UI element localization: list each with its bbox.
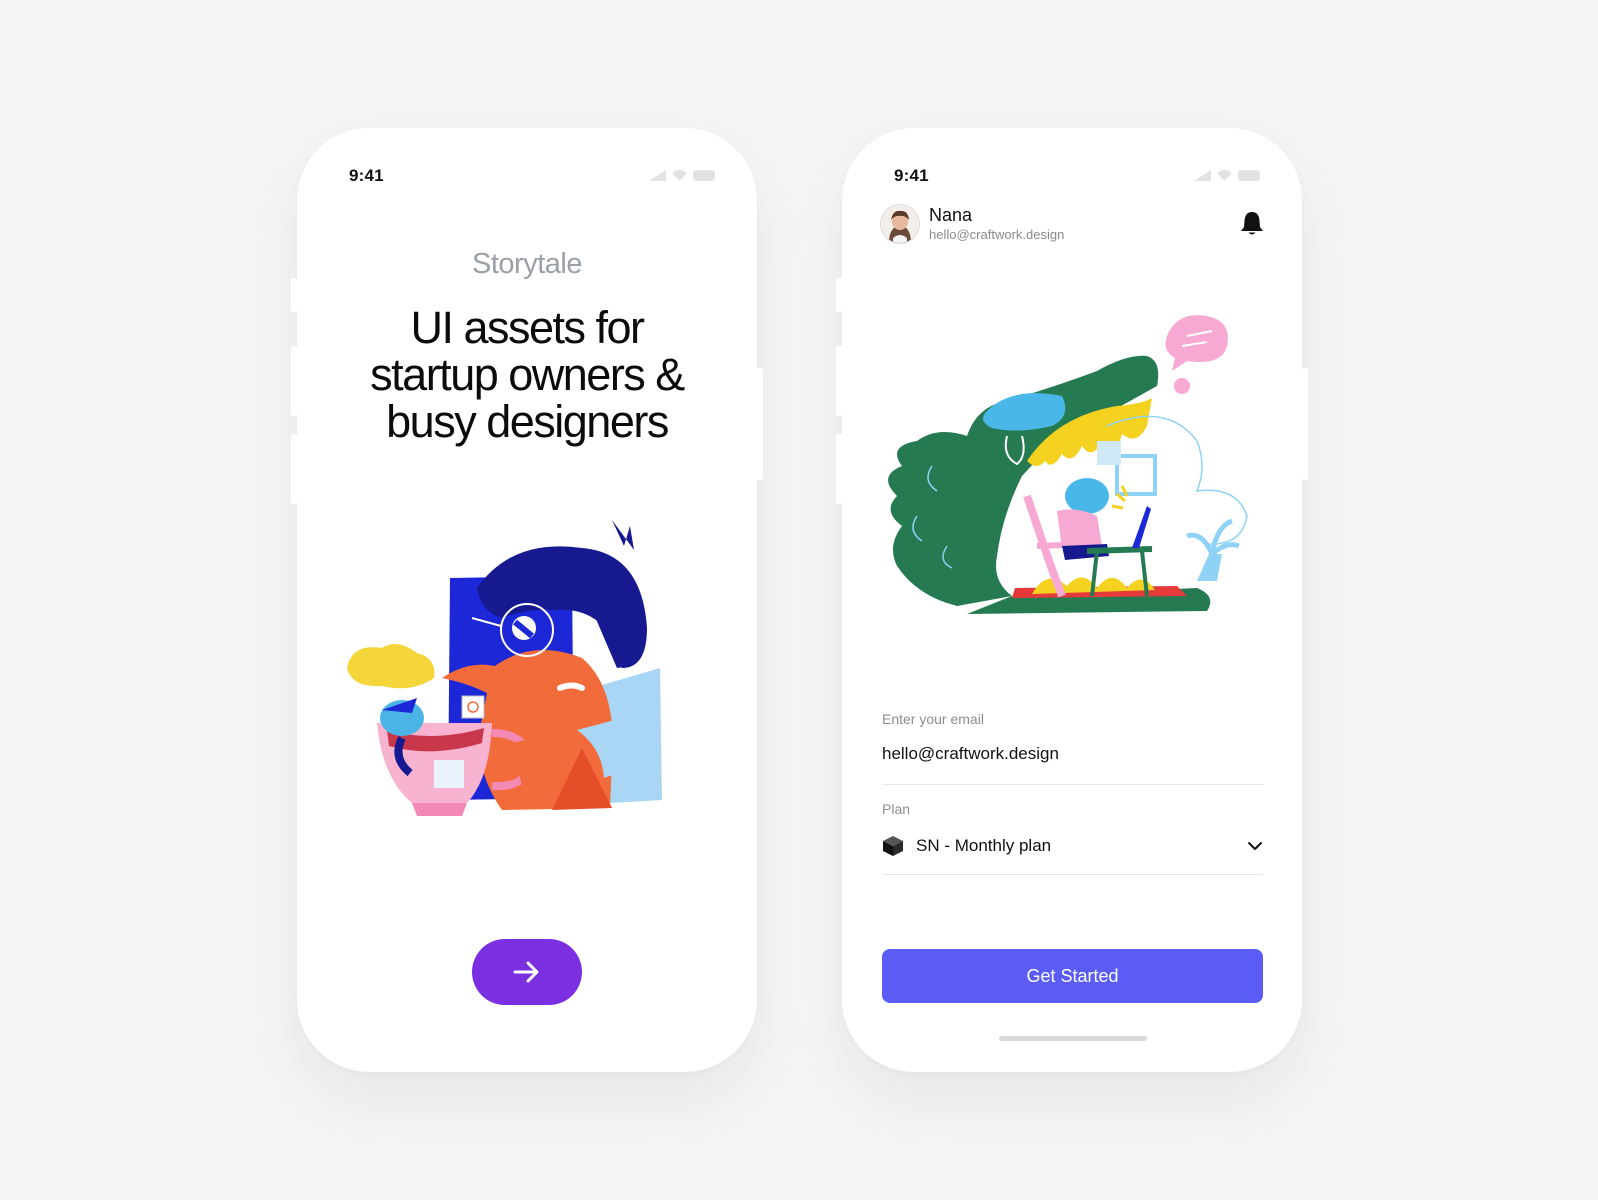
crocodile-workspace-illustration [888,315,1248,614]
headline-line: busy designers [386,396,669,447]
side-button [836,346,842,416]
get-started-button[interactable]: Get Started [882,949,1263,1003]
user-info: Nana hello@craftwork.design [929,205,1064,244]
user-name: Nana [929,204,973,225]
signal-icon [1194,170,1211,181]
email-field[interactable]: hello@craftwork.design [882,744,1059,764]
chevron-down-icon[interactable] [1247,841,1263,851]
arrow-right-icon [513,961,539,983]
signal-icon [649,170,666,181]
status-time: 9:41 [349,166,384,185]
plan-value: SN - Monthly plan [916,836,1052,855]
bell-icon [1241,212,1263,235]
side-button [291,278,297,312]
side-button [291,346,297,416]
notifications-button[interactable] [1240,210,1264,241]
wifi-icon [672,170,687,181]
headline: UI assets for startup owners & busy desi… [317,304,737,445]
plan-label: Plan [882,801,911,817]
headline-line: UI assets for [410,302,645,353]
home-indicator [999,1036,1147,1041]
battery-icon [1238,170,1260,181]
user-email: hello@craftwork.design [929,226,1065,242]
next-button[interactable] [472,939,582,1005]
side-button [291,434,297,504]
avatar[interactable] [880,204,920,244]
email-label: Enter your email [882,711,984,727]
divider [882,874,1263,875]
status-time: 9:41 [894,166,929,185]
brand-name: Storytale [472,248,582,280]
side-button [836,278,842,312]
side-button [1302,368,1308,480]
phone-onboarding: 9:41 Storytale UI assets for startup own… [291,128,763,1072]
status-icons [1194,170,1260,181]
side-button [836,434,842,504]
status-icons [649,170,715,181]
divider [882,784,1263,785]
user-profile[interactable]: Nana hello@craftwork.design [880,204,1064,244]
wifi-icon [1217,170,1232,181]
phone-signup: 9:41 Nana hello@craftwork.design Enter y… [836,128,1308,1072]
headline-line: startup owners & [370,349,685,400]
cube-icon [883,836,903,856]
plan-select[interactable]: SN - Monthly plan [882,831,1263,861]
designer-with-coffee-illustration [347,520,662,816]
side-button [757,368,763,480]
battery-icon [693,170,715,181]
